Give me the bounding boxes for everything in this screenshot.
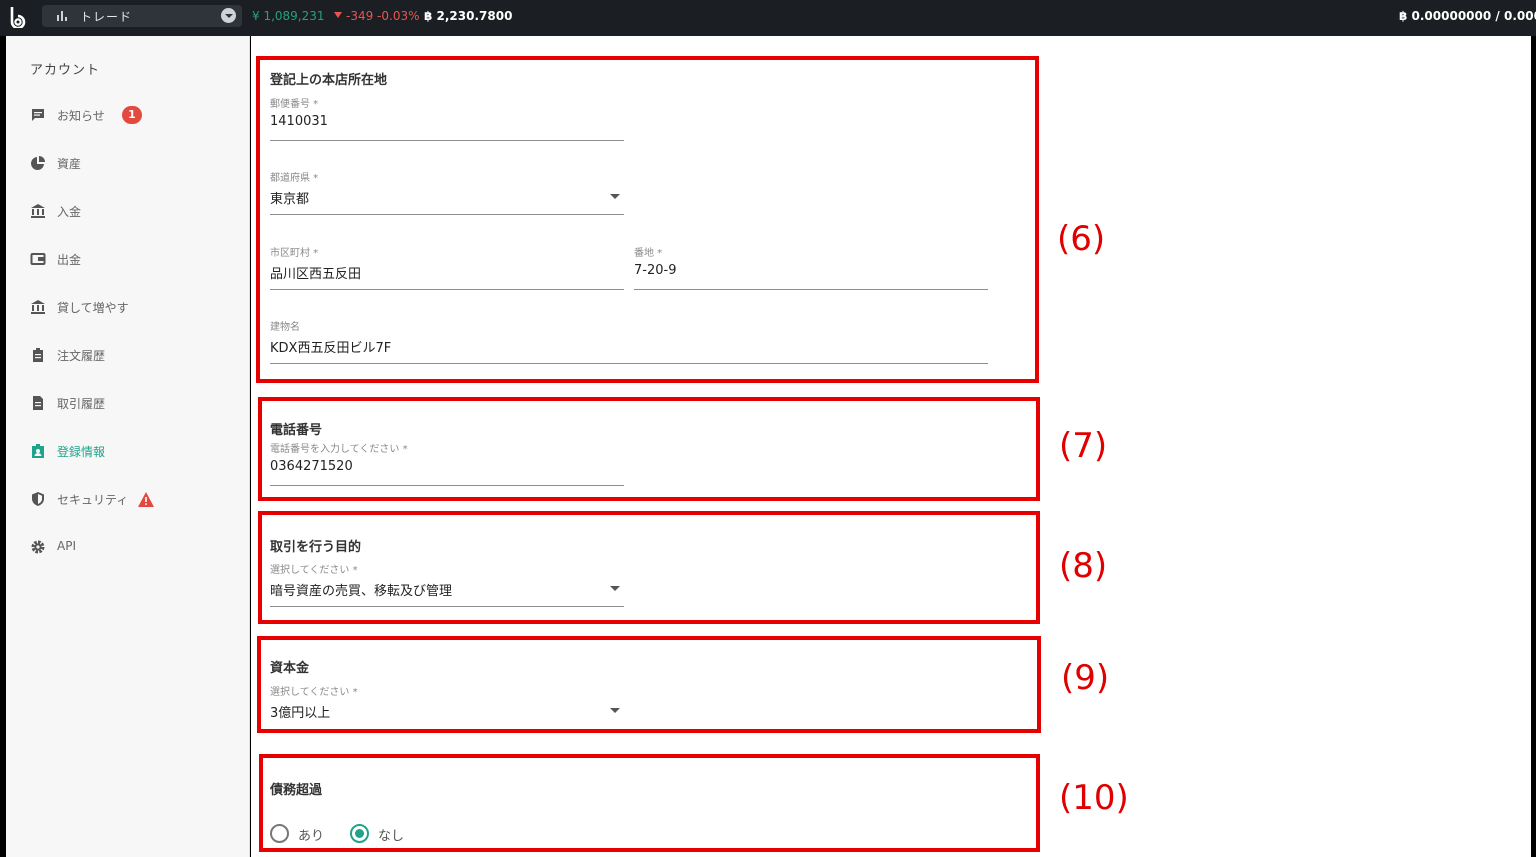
price-change: -349 -0.03% <box>334 9 420 23</box>
trade-label: トレード <box>80 10 133 24</box>
sidebar-item-label: セキュリティ <box>57 493 129 507</box>
sidebar-item-order-history[interactable]: 注文履歴 <box>30 345 230 365</box>
sidebar-item-label: 貸して増やす <box>57 301 129 315</box>
annotation-step-6: (6) <box>1057 219 1106 259</box>
document-icon <box>33 396 43 410</box>
street-underline <box>634 289 988 290</box>
annotation-box-insolvency <box>259 754 1040 852</box>
sidebar-item-label: 資産 <box>57 157 82 171</box>
jpy-price: ¥ 1,089,231 <box>252 9 325 23</box>
bank-icon <box>31 300 45 314</box>
sidebar-item-label: 出金 <box>57 253 82 267</box>
sidebar-item-label: 注文履歴 <box>57 349 106 363</box>
sidebar-item-withdraw[interactable]: 出金 <box>30 249 230 269</box>
arrow-down-icon <box>334 12 342 18</box>
prefecture-label: 都道府県 * <box>270 173 319 184</box>
top-bar: トレード ¥ 1,089,231 -349 -0.03% ฿ 2,230.780… <box>0 0 1536 36</box>
radio-no-label[interactable]: なし <box>378 825 404 844</box>
annotation-box-capital <box>257 636 1041 733</box>
street-label: 番地 * <box>634 248 663 259</box>
clipboard-icon <box>33 348 43 362</box>
purpose-label: 選択してください * <box>270 565 358 576</box>
sidebar-item-security[interactable]: セキュリティ <box>30 489 230 509</box>
postal-code-label: 郵便番号 * <box>270 99 319 110</box>
sidebar-item-label: 取引履歴 <box>57 397 106 411</box>
sidebar-item-label: API <box>57 539 76 553</box>
btc-price: ฿ 2,230.7800 <box>424 9 513 23</box>
sidebar-item-registration[interactable]: 登録情報 <box>30 441 230 461</box>
bitbank-logo-icon[interactable] <box>8 6 28 28</box>
annotation-step-10: (10) <box>1059 778 1129 818</box>
phone-section-title: 電話番号 <box>270 423 323 438</box>
price-change-text: -349 -0.03% <box>346 9 420 23</box>
city-label: 市区町村 * <box>270 248 319 259</box>
annotation-step-9: (9) <box>1061 658 1110 698</box>
chevron-down-icon[interactable] <box>610 708 620 713</box>
sidebar-item-api[interactable]: API <box>30 537 230 557</box>
capital-section-title: 資本金 <box>270 661 310 676</box>
phone-underline <box>270 485 624 486</box>
shield-icon <box>32 492 44 506</box>
annotation-step-7: (7) <box>1059 426 1108 466</box>
address-section-title: 登記上の本店所在地 <box>270 73 388 88</box>
radio-yes-label[interactable]: あり <box>298 825 324 844</box>
purpose-select[interactable]: 暗号資産の売買、移転及び管理 <box>270 580 452 599</box>
sidebar-item-notifications[interactable]: お知らせ 1 <box>30 105 230 125</box>
chevron-down-icon[interactable] <box>610 586 620 591</box>
insolvency-section-title: 債務超過 <box>270 783 323 798</box>
sidebar-item-label: 入金 <box>57 205 82 219</box>
building-underline <box>270 363 988 364</box>
bank-icon <box>31 204 45 218</box>
sidebar-item-trade-history[interactable]: 取引履歴 <box>30 393 230 413</box>
chevron-down-icon[interactable] <box>610 194 620 199</box>
purpose-underline <box>270 606 624 607</box>
capital-select[interactable]: 3億円以上 <box>270 702 330 721</box>
prefecture-select[interactable]: 東京都 <box>270 188 309 207</box>
annotation-step-8: (8) <box>1059 546 1108 586</box>
phone-label: 電話番号を入力してください * <box>270 444 408 455</box>
purpose-section-title: 取引を行う目的 <box>270 540 362 555</box>
city-field[interactable]: 品川区西五反田 <box>270 263 361 282</box>
postal-code-field[interactable]: 1410031 <box>270 114 328 129</box>
btc-balance: ฿ 0.00000000 / 0.0000 <box>1399 9 1536 23</box>
gear-icon <box>31 540 45 554</box>
radio-yes[interactable] <box>270 824 289 843</box>
sidebar-title: アカウント <box>30 63 101 78</box>
phone-field[interactable]: 0364271520 <box>270 459 353 474</box>
radio-no[interactable] <box>350 824 369 843</box>
capital-label: 選択してください * <box>270 687 358 698</box>
annotation-box-purpose <box>258 511 1040 624</box>
notification-badge: 1 <box>122 106 142 124</box>
city-underline <box>270 289 624 290</box>
sidebar-item-assets[interactable]: 資産 <box>30 153 230 173</box>
sidebar-item-label: 登録情報 <box>57 445 106 459</box>
sidebar-item-deposit[interactable]: 入金 <box>30 201 230 221</box>
wallet-icon <box>30 253 46 265</box>
annotation-box-address <box>256 56 1039 383</box>
prefecture-underline <box>270 214 624 215</box>
account-sidebar: アカウント お知らせ 1 資産 入金 出金 貸して増やす 注文履歴 取引履歴 登… <box>6 36 250 857</box>
pie-chart-icon <box>31 156 45 170</box>
sidebar-item-lending[interactable]: 貸して増やす <box>30 297 230 317</box>
postal-code-underline <box>270 140 624 141</box>
trade-selector[interactable]: トレード <box>42 5 242 27</box>
building-field[interactable]: KDX西五反田ビル7F <box>270 337 391 356</box>
street-field[interactable]: 7-20-9 <box>634 263 676 278</box>
message-icon <box>32 109 44 121</box>
chevron-down-icon[interactable] <box>221 8 236 23</box>
building-label: 建物名 <box>270 322 300 333</box>
warning-icon <box>138 492 154 507</box>
profile-badge-icon <box>32 444 44 458</box>
registration-form: (6) 登記上の本店所在地 郵便番号 * 1410031 都道府県 * 東京都 … <box>251 36 1531 857</box>
sidebar-item-label: お知らせ <box>57 109 105 123</box>
bar-chart-icon <box>57 11 67 21</box>
